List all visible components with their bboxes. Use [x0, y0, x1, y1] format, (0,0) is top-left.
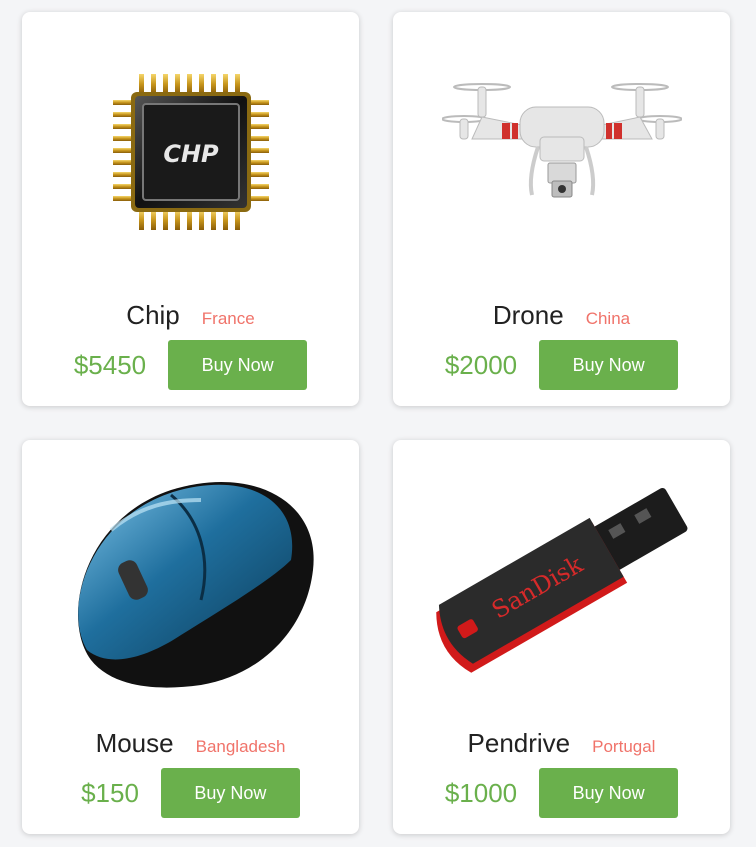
product-card-drone: Drone China $2000 Buy Now: [393, 12, 730, 406]
product-image-chip: CHP: [22, 12, 359, 292]
product-buy-row: $5450 Buy Now: [22, 340, 359, 390]
product-grid: CHP Chip France $5450 Buy Now Drone Chin…: [0, 0, 756, 847]
product-buy-row: $2000 Buy Now: [393, 340, 730, 390]
product-country: China: [585, 309, 631, 328]
product-country: France: [201, 309, 255, 328]
product-name: Pendrive: [467, 728, 571, 758]
product-title-row: Drone China: [393, 300, 730, 334]
product-buy-row: $1000 Buy Now: [393, 768, 730, 818]
buy-now-button[interactable]: Buy Now: [168, 340, 308, 390]
product-country: Bangladesh: [195, 737, 286, 756]
product-image-drone: [393, 12, 730, 292]
product-title-row: Mouse Bangladesh: [22, 728, 359, 762]
product-name: Mouse: [95, 728, 174, 758]
buy-now-button[interactable]: Buy Now: [539, 340, 679, 390]
drone-icon: [441, 83, 682, 198]
buy-now-button[interactable]: Buy Now: [539, 768, 679, 818]
buy-now-button[interactable]: Buy Now: [160, 768, 300, 818]
product-country: Portugal: [592, 737, 656, 756]
product-buy-row: $150 Buy Now: [22, 768, 359, 818]
product-title-row: Chip France: [22, 300, 359, 334]
chip-icon: CHP: [112, 74, 269, 230]
product-price: $2000: [444, 349, 518, 380]
product-title-row: Pendrive Portugal: [393, 728, 730, 762]
product-card-mouse: Mouse Bangladesh $150 Buy Now: [22, 440, 359, 834]
product-image-pendrive: SanDisk: [393, 440, 730, 720]
product-card-pendrive: SanDisk Pendrive Portugal $1000 Buy Now: [393, 440, 730, 834]
product-name: Drone: [492, 300, 564, 330]
svg-text:CHP: CHP: [163, 140, 219, 168]
pendrive-icon: SanDisk: [435, 487, 687, 673]
product-image-mouse: [22, 440, 359, 720]
product-price: $1000: [444, 777, 518, 808]
product-price: $150: [81, 777, 139, 808]
product-price: $5450: [73, 349, 147, 380]
mouse-icon: [77, 481, 314, 688]
product-name: Chip: [126, 300, 180, 330]
product-card-chip: CHP Chip France $5450 Buy Now: [22, 12, 359, 406]
